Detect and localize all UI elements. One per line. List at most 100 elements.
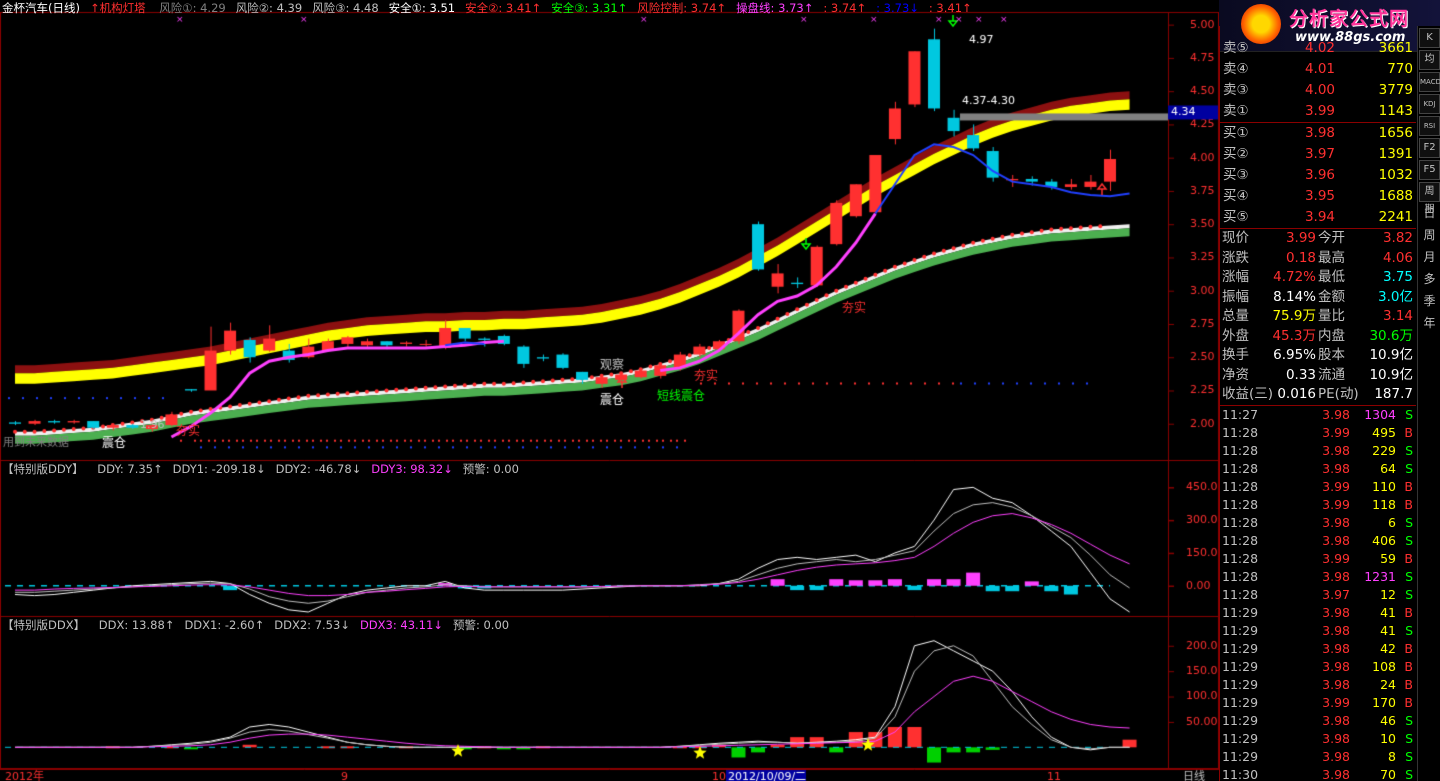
tick-price: 3.99 [1322, 478, 1350, 494]
tick-row[interactable]: 11:28 3.98 1231 S [1220, 568, 1416, 586]
sell-row[interactable]: 卖⑤ 4.02 3661 [1220, 38, 1416, 59]
sell-price: 4.01 [1304, 61, 1335, 77]
tick-direction: S [1405, 514, 1413, 530]
tick-row[interactable]: 11:29 3.99 170 B [1220, 694, 1416, 712]
tool-button-2[interactable]: MACD [1419, 72, 1440, 92]
buy-row[interactable]: 买④ 3.95 1688 [1220, 186, 1416, 207]
tick-row[interactable]: 11:27 3.98 1304 S [1220, 406, 1416, 424]
stat-value: 8.14% [1273, 288, 1316, 305]
tool-button-12[interactable]: 季 [1419, 292, 1440, 312]
tick-price: 3.99 [1322, 694, 1350, 710]
stat-value: 3.14 [1382, 308, 1413, 324]
quote-panel: 卖⑤ 4.02 3661 卖④ 4.01 770 卖③ 4.00 3779 卖① 3.99 1143 … [1219, 26, 1416, 781]
tool-button-4[interactable]: RSI [1419, 116, 1440, 136]
tick-row[interactable]: 11:29 3.98 46 S [1220, 712, 1416, 730]
tick-row[interactable]: 11:28 3.99 495 B [1220, 424, 1416, 442]
tick-direction: S [1405, 730, 1413, 746]
tick-volume: 1231 [1364, 568, 1396, 584]
tick-row[interactable]: 11:30 3.98 70 S [1220, 766, 1416, 781]
stat-label: 外盘 [1222, 327, 1249, 344]
main-header-item: 操盘线: 3.73↑ [736, 1, 814, 15]
tool-button-5[interactable]: F2 [1419, 138, 1440, 158]
tick-row[interactable]: 11:28 3.99 110 B [1220, 478, 1416, 496]
tick-volume: 110 [1372, 478, 1396, 494]
tick-price: 3.98 [1322, 460, 1350, 476]
buy-row[interactable]: 买⑤ 3.94 2241 [1220, 207, 1416, 228]
tick-row[interactable]: 11:28 3.99 59 B [1220, 550, 1416, 568]
tool-button-11[interactable]: 多 [1419, 270, 1440, 290]
tick-row[interactable]: 11:29 3.98 108 B [1220, 658, 1416, 676]
tick-price: 3.98 [1322, 442, 1350, 458]
sell-row[interactable]: 卖① 3.99 1143 [1220, 101, 1416, 122]
tick-time: 11:28 [1222, 478, 1259, 494]
tick-row[interactable]: 11:29 3.98 41 B [1220, 604, 1416, 622]
sell-row[interactable] [1220, 26, 1416, 38]
tick-list[interactable]: 11:27 3.98 1304 S 11:28 3.99 495 B 11:28 3.98 229 S… [1220, 406, 1416, 781]
tick-volume: 41 [1380, 622, 1396, 638]
tick-time: 11:28 [1222, 514, 1259, 530]
stat-label: PE(动) [1318, 386, 1359, 402]
tick-row[interactable]: 11:28 3.97 12 S [1220, 586, 1416, 604]
stat-value: 6.95% [1273, 347, 1316, 363]
stats-row: 换手 6.95% 股本 10.9亿 [1220, 346, 1416, 366]
buy-volume: 1391 [1378, 146, 1413, 162]
tick-row[interactable]: 11:29 3.98 10 S [1220, 730, 1416, 748]
tick-price: 3.98 [1322, 766, 1350, 781]
stock-title[interactable]: 金杯汽车(日线) [2, 1, 80, 15]
main-header-item: 安全②: 3.41↑ [465, 1, 542, 15]
buy-row[interactable]: 买② 3.97 1391 [1220, 144, 1416, 165]
stat-value: 0.016 [1277, 386, 1316, 402]
tool-button-8[interactable]: 日 [1419, 204, 1440, 224]
tool-button-9[interactable]: 周 [1419, 226, 1440, 246]
tick-row[interactable]: 11:28 3.98 64 S [1220, 460, 1416, 478]
sell-price: 4.00 [1304, 82, 1335, 98]
buy-row[interactable]: 买① 3.98 1656 [1220, 123, 1416, 144]
tick-price: 3.99 [1322, 424, 1350, 440]
sell-volume: 770 [1387, 61, 1413, 77]
buy-row[interactable]: 买③ 3.96 1032 [1220, 165, 1416, 186]
tick-direction: S [1405, 460, 1413, 476]
tool-button-3[interactable]: KDJ [1419, 94, 1440, 114]
tick-time: 11:28 [1222, 460, 1259, 476]
tick-volume: 46 [1380, 712, 1396, 728]
tick-price: 3.99 [1322, 496, 1350, 512]
tool-button-7[interactable]: 周期 [1419, 182, 1440, 215]
indicator-name[interactable]: ↑机构灯塔 [90, 1, 146, 15]
tick-row[interactable]: 11:28 3.98 229 S [1220, 442, 1416, 460]
tick-row[interactable]: 11:28 3.98 6 S [1220, 514, 1416, 532]
tick-time: 11:28 [1222, 496, 1259, 512]
tick-row[interactable]: 11:28 3.98 406 S [1220, 532, 1416, 550]
tick-volume: 118 [1372, 496, 1396, 512]
tick-volume: 10 [1380, 730, 1396, 746]
k-line-chart-canvas[interactable] [0, 0, 1219, 781]
sell-row[interactable]: 卖④ 4.01 770 [1220, 59, 1416, 80]
tick-direction: B [1404, 424, 1413, 440]
ddx-title[interactable]: 【特别版DDX】 [2, 618, 85, 632]
sell-row[interactable]: 卖③ 4.00 3779 [1220, 80, 1416, 101]
stats-row: 涨幅 4.72% 最低 3.75 [1220, 268, 1416, 288]
tick-direction: B [1404, 478, 1413, 494]
tick-row[interactable]: 11:29 3.98 42 B [1220, 640, 1416, 658]
tool-button-10[interactable]: 月 [1419, 248, 1440, 268]
tick-row[interactable]: 11:29 3.98 24 B [1220, 676, 1416, 694]
sell-volume: 3661 [1378, 40, 1413, 56]
tool-button-1[interactable]: 均 [1419, 50, 1440, 70]
tick-volume: 70 [1380, 766, 1396, 781]
stats-row: 净资 0.33 流通 10.9亿 [1220, 366, 1416, 386]
tick-row[interactable]: 11:28 3.99 118 B [1220, 496, 1416, 514]
tick-row[interactable]: 11:29 3.98 8 S [1220, 748, 1416, 766]
stats-row: 振幅 8.14% 金额 3.0亿 [1220, 288, 1416, 308]
tick-volume: 495 [1372, 424, 1396, 440]
tool-button-6[interactable]: F5 [1419, 160, 1440, 180]
stats-row: 收益(三) 0.016 PE(动) 187.7 [1220, 385, 1416, 405]
stat-value: 3.99 [1285, 230, 1316, 246]
stats-table: 现价 3.99 今开 3.82 涨跌 0.18 最高 4.06 涨幅 4.72% 最低 3.75 振幅 8… [1220, 229, 1416, 405]
ddy_panel-item: DDY2: -46.78↓ [275, 462, 362, 476]
ddy-title[interactable]: 【特别版DDY】 [2, 462, 84, 476]
tool-button-13[interactable]: 年 [1419, 314, 1440, 334]
tool-button-0[interactable]: K [1419, 28, 1440, 48]
buy-volume: 1656 [1378, 125, 1413, 141]
buy-label: 买④ [1223, 188, 1249, 204]
tick-row[interactable]: 11:29 3.98 41 S [1220, 622, 1416, 640]
tick-price: 3.98 [1322, 406, 1350, 422]
